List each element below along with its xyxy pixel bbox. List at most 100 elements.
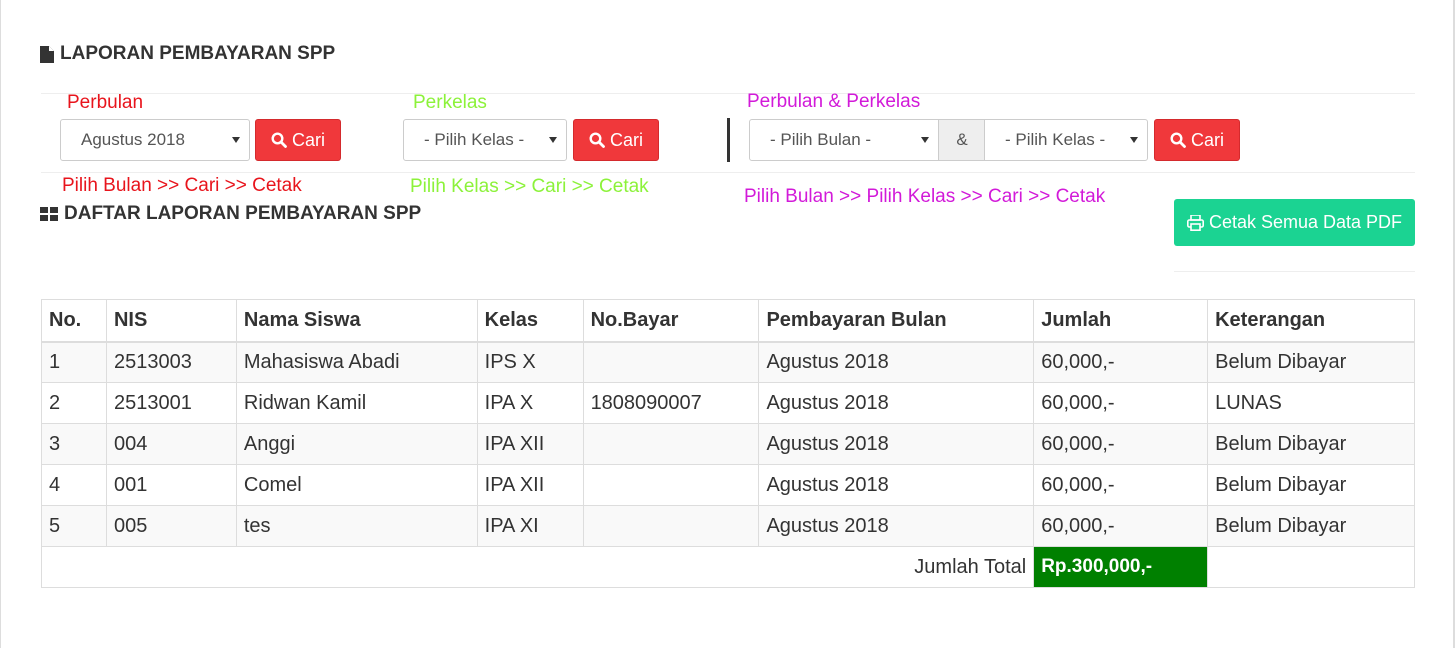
cell-jumlah: 60,000,- bbox=[1033, 341, 1209, 383]
class-select-perkelas-value: - Pilih Kelas - bbox=[424, 130, 525, 149]
table-header: Jumlah bbox=[1033, 299, 1209, 343]
hint-perbulan-perkelas: Pilih Bulan >> Pilih Kelas >> Cari >> Ce… bbox=[744, 186, 1106, 207]
class-select-combined-value: - Pilih Kelas - bbox=[1005, 130, 1106, 149]
cell-bulan: Agustus 2018 bbox=[758, 505, 1035, 547]
filter-separator bbox=[727, 118, 730, 162]
table-row: 4 001 Comel IPA XII Agustus 2018 60,000,… bbox=[41, 464, 1415, 506]
class-select-combined[interactable]: - Pilih Kelas - bbox=[984, 119, 1148, 161]
cell-nama: Anggi bbox=[235, 423, 478, 465]
cell-no-bayar: 1808090007 bbox=[582, 382, 760, 424]
filter-label-perbulan-perkelas: Perbulan & Perkelas bbox=[747, 91, 921, 112]
table-row: 2 2513001 Ridwan Kamil IPA X 1808090007 … bbox=[41, 382, 1415, 424]
report-table: No. NIS Nama Siswa Kelas No.Bayar Pembay… bbox=[40, 299, 1415, 588]
table-header: No. bbox=[41, 299, 107, 343]
cell-keterangan: Belum Dibayar bbox=[1207, 464, 1415, 506]
cell-jumlah: 60,000,- bbox=[1033, 505, 1209, 547]
cell-jumlah: 60,000,- bbox=[1033, 382, 1209, 424]
cell-no: 1 bbox=[41, 341, 107, 383]
filter-label-perbulan: Perbulan bbox=[67, 92, 144, 113]
print-pdf-button-label: Cetak Semua Data PDF bbox=[1208, 212, 1403, 232]
cell-no-bayar bbox=[582, 423, 760, 465]
cell-nama: Comel bbox=[235, 464, 478, 506]
ampersand-addon: & bbox=[939, 119, 985, 161]
table-header: Keterangan bbox=[1207, 299, 1415, 343]
table-header-row: No. NIS Nama Siswa Kelas No.Bayar Pembay… bbox=[41, 299, 1415, 343]
cari-button-combined-label: Cari bbox=[1190, 129, 1224, 150]
cell-nis: 004 bbox=[105, 423, 237, 465]
cari-button-perkelas[interactable]: Cari bbox=[573, 119, 659, 161]
search-icon bbox=[589, 132, 605, 148]
cell-bulan: Agustus 2018 bbox=[758, 382, 1035, 424]
search-icon bbox=[1170, 132, 1186, 148]
cell-nis: 005 bbox=[105, 505, 237, 547]
section-title-text: DAFTAR LAPORAN PEMBAYARAN SPP bbox=[64, 203, 422, 224]
cell-kelas: IPA XII bbox=[476, 423, 584, 465]
chevron-down-icon bbox=[921, 137, 929, 143]
divider-top bbox=[41, 93, 1415, 94]
cell-jumlah: 60,000,- bbox=[1033, 423, 1209, 465]
cell-nama: Mahasiswa Abadi bbox=[235, 341, 478, 383]
cell-nama: Ridwan Kamil bbox=[235, 382, 478, 424]
hint-perbulan: Pilih Bulan >> Cari >> Cetak bbox=[62, 175, 302, 196]
total-value: Rp.300,000,- bbox=[1033, 546, 1209, 588]
cari-button-perkelas-label: Cari bbox=[609, 129, 643, 150]
chevron-down-icon bbox=[549, 137, 557, 143]
cell-keterangan: Belum Dibayar bbox=[1207, 341, 1415, 383]
cell-bulan: Agustus 2018 bbox=[758, 464, 1035, 506]
page-title: LAPORAN PEMBAYARAN SPP bbox=[40, 43, 335, 65]
cari-button-perbulan-label: Cari bbox=[291, 129, 325, 150]
table-total-row: Jumlah Total Rp.300,000,- bbox=[40, 546, 1415, 588]
search-icon bbox=[271, 132, 287, 148]
table-row: 1 2513003 Mahasiswa Abadi IPS X Agustus … bbox=[41, 341, 1415, 383]
hint-perkelas: Pilih Kelas >> Cari >> Cetak bbox=[410, 176, 649, 197]
month-select-combined[interactable]: - Pilih Bulan - bbox=[749, 119, 939, 161]
th-large-icon bbox=[40, 207, 58, 221]
table-header: Nama Siswa bbox=[235, 299, 478, 343]
class-select-perkelas[interactable]: - Pilih Kelas - bbox=[403, 119, 567, 161]
divider-pdf bbox=[1174, 271, 1415, 272]
print-icon bbox=[1186, 214, 1204, 231]
cell-no-bayar bbox=[582, 464, 760, 506]
total-blank-cell bbox=[1207, 546, 1415, 588]
table-header: NIS bbox=[105, 299, 237, 343]
month-select-combined-value: - Pilih Bulan - bbox=[770, 130, 872, 149]
chevron-down-icon bbox=[1130, 137, 1138, 143]
cell-no: 4 bbox=[41, 464, 107, 506]
cell-bulan: Agustus 2018 bbox=[758, 341, 1035, 383]
total-label: Jumlah Total bbox=[40, 546, 1035, 588]
cell-kelas: IPA XII bbox=[476, 464, 584, 506]
cari-button-combined[interactable]: Cari bbox=[1154, 119, 1240, 161]
table-row: 5 005 tes IPA XI Agustus 2018 60,000,- B… bbox=[41, 505, 1415, 547]
page-title-text: LAPORAN PEMBAYARAN SPP bbox=[60, 43, 336, 64]
cell-no-bayar bbox=[582, 341, 760, 383]
table-header: No.Bayar bbox=[582, 299, 760, 343]
month-select-perbulan-value: Agustus 2018 bbox=[81, 130, 185, 149]
cell-nis: 001 bbox=[105, 464, 237, 506]
cell-no: 2 bbox=[41, 382, 107, 424]
cell-nis: 2513001 bbox=[105, 382, 237, 424]
month-select-perbulan[interactable]: Agustus 2018 bbox=[60, 119, 250, 161]
cell-no: 3 bbox=[41, 423, 107, 465]
table-row: 3 004 Anggi IPA XII Agustus 2018 60,000,… bbox=[41, 423, 1415, 465]
cell-nama: tes bbox=[235, 505, 478, 547]
section-title: DAFTAR LAPORAN PEMBAYARAN SPP bbox=[40, 203, 421, 225]
filter-label-perkelas: Perkelas bbox=[413, 92, 487, 113]
cell-keterangan: Belum Dibayar bbox=[1207, 423, 1415, 465]
cell-kelas: IPA X bbox=[476, 382, 584, 424]
table-header: Kelas bbox=[476, 299, 584, 343]
cell-keterangan: LUNAS bbox=[1207, 382, 1415, 424]
cell-nis: 2513003 bbox=[105, 341, 237, 383]
table-header: Pembayaran Bulan bbox=[758, 299, 1035, 343]
cell-keterangan: Belum Dibayar bbox=[1207, 505, 1415, 547]
cell-kelas: IPS X bbox=[476, 341, 584, 383]
cell-no-bayar bbox=[582, 505, 760, 547]
chevron-down-icon bbox=[232, 137, 240, 143]
cell-no: 5 bbox=[41, 505, 107, 547]
cari-button-perbulan[interactable]: Cari bbox=[255, 119, 341, 161]
cell-jumlah: 60,000,- bbox=[1033, 464, 1209, 506]
file-icon bbox=[40, 45, 54, 63]
cell-kelas: IPA XI bbox=[476, 505, 584, 547]
print-pdf-button[interactable]: Cetak Semua Data PDF bbox=[1174, 199, 1415, 246]
cell-bulan: Agustus 2018 bbox=[758, 423, 1035, 465]
divider-middle bbox=[41, 172, 1415, 173]
